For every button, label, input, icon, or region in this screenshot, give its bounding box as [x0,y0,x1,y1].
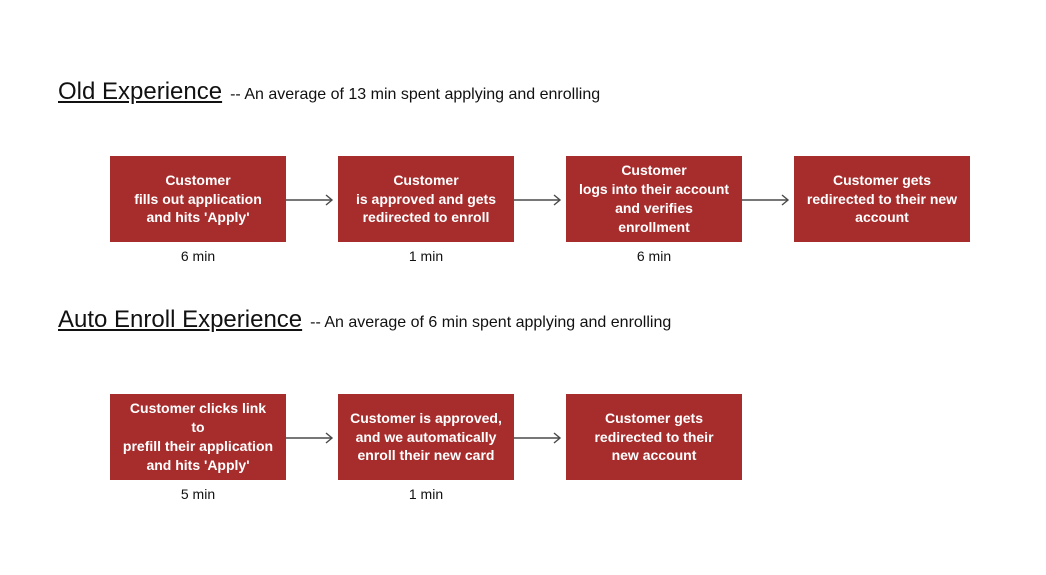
auto-step-2-label: Customer is approved,and we automaticall… [350,409,502,466]
auto-step-3: Customer getsredirected to theirnew acco… [566,394,742,480]
arrow-icon [742,194,794,206]
auto-enroll-title: Auto Enroll Experience [58,306,302,334]
arrow-icon [286,194,338,206]
auto-step-1-time: 5 min [110,486,286,502]
auto-step-1-label: Customer clicks link toprefill their app… [122,399,274,475]
arrow-icon [514,432,566,444]
auto-enroll-subtitle: -- An average of 6 min spent applying an… [310,314,671,332]
auto-step-2-time: 1 min [338,486,514,502]
arrow-icon [514,194,566,206]
old-step-3: Customerlogs into their accountand verif… [566,156,742,242]
old-step-1-time: 6 min [110,248,286,264]
old-experience-header: Old Experience -- An average of 13 min s… [58,78,600,106]
diagram-canvas: Old Experience -- An average of 13 min s… [0,0,1046,575]
auto-step-2: Customer is approved,and we automaticall… [338,394,514,480]
old-step-1: Customerfills out applicationand hits 'A… [110,156,286,242]
old-step-2: Customeris approved and getsredirected t… [338,156,514,242]
arrow-icon [286,432,338,444]
old-step-4: Customer getsredirected to their newacco… [794,156,970,242]
old-experience-subtitle: -- An average of 13 min spent applying a… [230,86,600,104]
old-step-3-label: Customerlogs into their accountand verif… [579,161,729,237]
old-step-3-time: 6 min [566,248,742,264]
auto-enroll-header: Auto Enroll Experience -- An average of … [58,306,671,334]
auto-step-3-label: Customer getsredirected to theirnew acco… [594,409,713,466]
old-experience-title: Old Experience [58,78,222,106]
old-step-1-label: Customerfills out applicationand hits 'A… [134,171,262,228]
auto-step-1: Customer clicks link toprefill their app… [110,394,286,480]
old-step-2-label: Customeris approved and getsredirected t… [356,171,496,228]
old-step-4-label: Customer getsredirected to their newacco… [807,171,957,228]
old-step-2-time: 1 min [338,248,514,264]
